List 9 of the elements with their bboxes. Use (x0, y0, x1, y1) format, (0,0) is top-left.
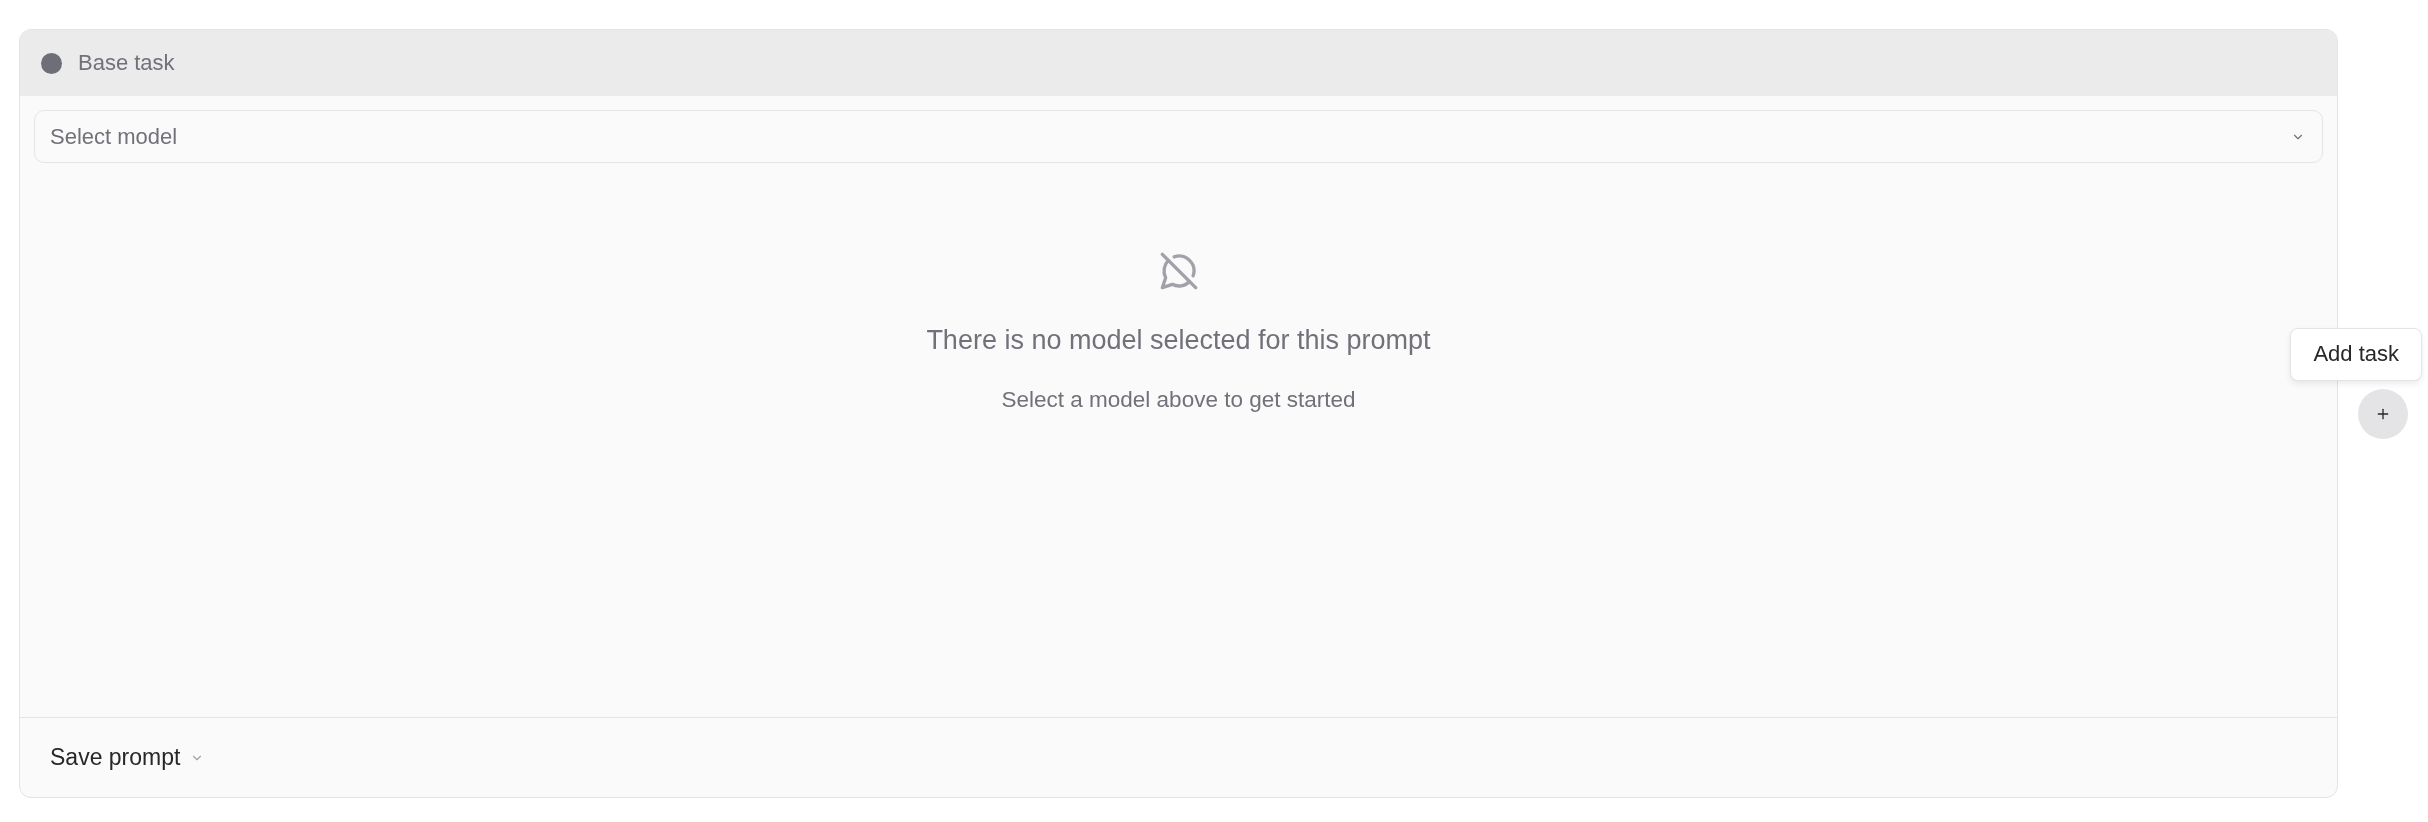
add-task-tooltip: Add task (2290, 328, 2422, 381)
model-select[interactable]: Select model (34, 110, 2323, 163)
save-prompt-button[interactable]: Save prompt (44, 739, 211, 776)
task-title: Base task (78, 49, 175, 77)
empty-state-subtitle: Select a model above to get started (1001, 386, 1356, 414)
status-dot-icon (41, 52, 62, 74)
chat-bubble-off-icon (1158, 251, 1199, 291)
add-task-button[interactable] (2358, 388, 2408, 439)
empty-state-title: There is no model selected for this prompt (926, 324, 1431, 357)
